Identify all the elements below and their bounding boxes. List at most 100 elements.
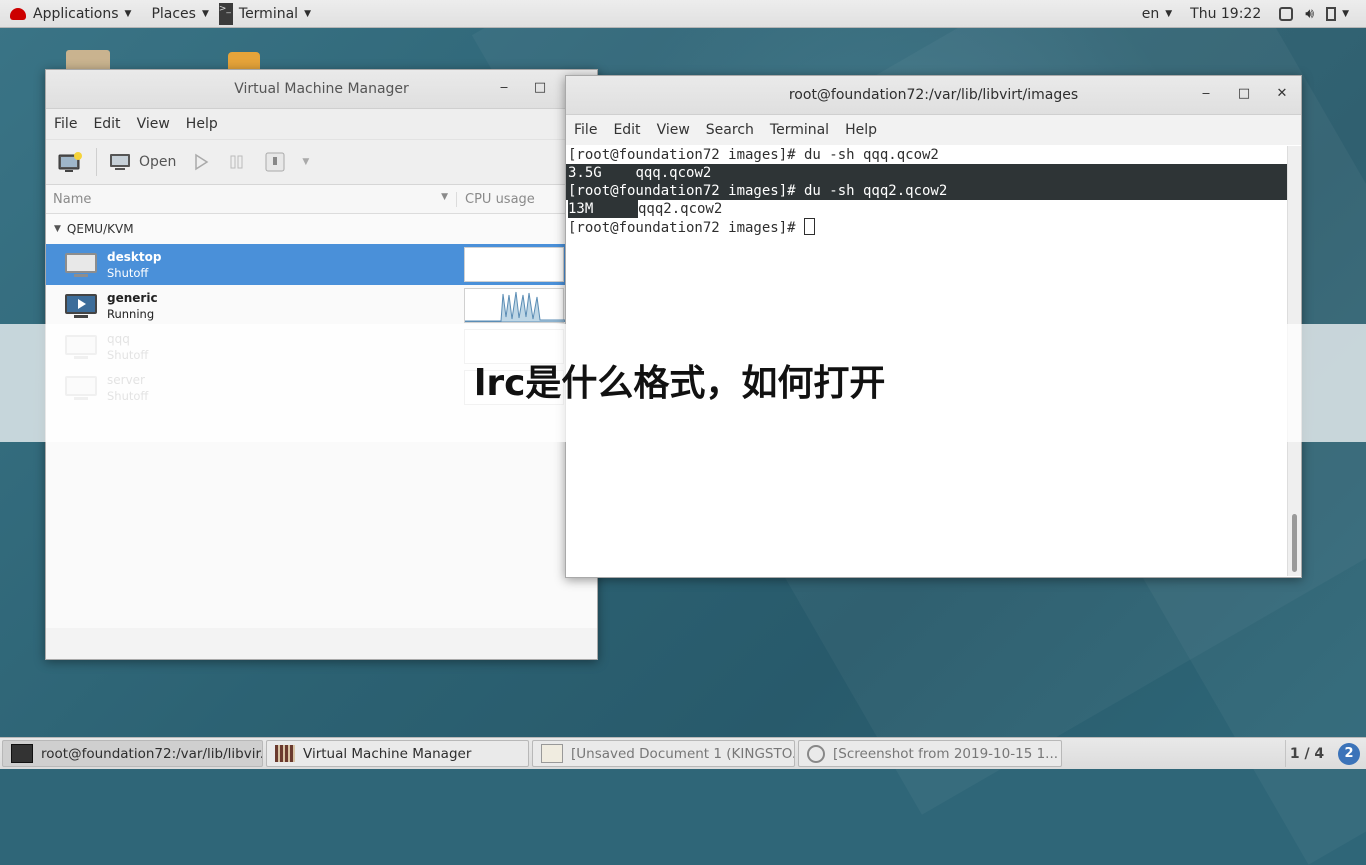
cpu-sparkline [464, 291, 566, 323]
shutdown-options-dropdown[interactable]: ▼ [294, 146, 317, 178]
workspace-label: 1 / 4 [1289, 745, 1325, 762]
terminal-menubar: File Edit View Search Terminal Help [566, 115, 1301, 145]
maximize-icon[interactable]: □ [1236, 86, 1252, 102]
open-label: Open [139, 154, 177, 170]
vm-name: desktop [107, 249, 162, 264]
new-vm-button[interactable] [46, 146, 92, 178]
menu-search[interactable]: Search [698, 122, 762, 138]
chevron-down-icon: ▼ [1342, 8, 1349, 19]
pause-icon [230, 155, 243, 169]
terminal-prompt: [root@foundation72 images]# [568, 220, 805, 236]
menu-edit[interactable]: Edit [85, 116, 128, 132]
task-label: Virtual Machine Manager [303, 745, 472, 762]
vmm-title: Virtual Machine Manager [234, 81, 409, 97]
terminal-title: root@foundation72:/var/lib/libvirt/image… [788, 87, 1079, 103]
vm-row-generic[interactable]: generic Running [46, 285, 597, 326]
vm-state: Running [107, 306, 155, 321]
pause-button[interactable] [218, 146, 256, 178]
vmm-toolbar: Open ▼ [46, 139, 597, 185]
expander-icon: ▼ [54, 224, 61, 234]
new-vm-icon [58, 152, 82, 172]
task-label: root@foundation72:/var/lib/libvir... [41, 745, 263, 762]
connection-label: QEMU/KVM [66, 222, 134, 236]
vm-list-header: Name ▼ CPU usage [46, 185, 597, 214]
column-cpu[interactable]: CPU usage [457, 192, 535, 207]
places-label: Places [151, 5, 196, 22]
language-label: en [1141, 5, 1160, 22]
window-icon [1279, 6, 1294, 21]
toolbar-separator [96, 148, 97, 176]
vmm-titlebar[interactable]: Virtual Machine Manager ‒ □ [46, 70, 597, 109]
close-icon[interactable]: ✕ [1274, 86, 1290, 102]
clock[interactable]: Thu 19:22 [1181, 0, 1270, 27]
terminal-text: qqq2.qcow2 [638, 201, 723, 217]
power-icon [265, 152, 285, 172]
terminal-app-label: Terminal [238, 5, 299, 22]
chevron-down-icon: ▼ [302, 157, 310, 167]
top-panel: Applications ▼ Places ▼ >_ Terminal ▼ en… [0, 0, 1366, 28]
chevron-down-icon: ▼ [201, 8, 209, 19]
column-name-label: Name [53, 191, 92, 207]
terminal-line: 3.5G qqq.qcow2 [566, 164, 1287, 182]
overlay-title: lrc是什么格式，如何打开 [474, 363, 886, 404]
menu-file[interactable]: File [566, 122, 605, 138]
sort-down-icon: ▼ [441, 191, 448, 202]
chevron-down-icon: ▼ [1165, 8, 1173, 19]
task-image-viewer[interactable]: [Screenshot from 2019-10-15 1... [798, 740, 1062, 767]
redhat-logo-icon [10, 7, 26, 20]
notification-count: 2 [1344, 746, 1354, 761]
text-editor-icon [541, 744, 563, 763]
terminal-line: [root@foundation72 images]# du -sh qqq.q… [568, 147, 939, 163]
applications-label: Applications [33, 5, 119, 22]
open-button[interactable]: Open [101, 146, 184, 178]
applications-menu[interactable]: Applications ▼ [0, 0, 141, 27]
vmm-menubar: File Edit View Help [46, 109, 597, 139]
language-selector[interactable]: en ▼ [1133, 0, 1181, 27]
column-cpu-label: CPU usage [465, 191, 535, 207]
shutdown-button[interactable] [256, 146, 294, 178]
monitor-icon [110, 154, 130, 170]
battery-icon [1326, 6, 1337, 21]
minimize-icon[interactable]: ‒ [1198, 86, 1214, 102]
menu-help[interactable]: Help [837, 122, 885, 138]
scrollbar-thumb[interactable] [1292, 514, 1297, 572]
menu-help[interactable]: Help [178, 116, 226, 132]
task-label: [Screenshot from 2019-10-15 1... [833, 745, 1059, 762]
vm-state: Shutoff [107, 265, 149, 280]
task-terminal[interactable]: root@foundation72:/var/lib/libvir... [2, 740, 263, 767]
vm-off-icon [65, 252, 97, 277]
notification-badge[interactable]: 2 [1338, 743, 1360, 765]
places-menu[interactable]: Places ▼ [141, 0, 218, 27]
play-icon [195, 153, 209, 171]
menu-edit[interactable]: Edit [605, 122, 648, 138]
terminal-prompt-line: [root@foundation72 images]# [566, 218, 1287, 236]
connection-group[interactable]: ▼ QEMU/KVM [46, 214, 597, 244]
chevron-down-icon: ▼ [304, 8, 311, 19]
menu-file[interactable]: File [46, 116, 85, 132]
terminal-titlebar[interactable]: root@foundation72:/var/lib/libvirt/image… [566, 76, 1301, 115]
terminal-icon [11, 744, 33, 763]
magnifier-icon [807, 744, 825, 763]
text-cursor [804, 218, 816, 235]
column-name[interactable]: Name ▼ [46, 191, 457, 207]
vmm-icon [275, 745, 295, 762]
task-text-editor[interactable]: [Unsaved Document 1 (KINGSTO... [532, 740, 795, 767]
menu-terminal[interactable]: Terminal [762, 122, 837, 138]
menu-view[interactable]: View [649, 122, 698, 138]
workspace-pager[interactable]: 1 / 4 [1285, 740, 1328, 767]
run-button[interactable] [184, 146, 218, 178]
vm-name: generic [107, 290, 158, 305]
maximize-icon[interactable]: □ [532, 80, 548, 96]
task-vmm[interactable]: Virtual Machine Manager [266, 740, 529, 767]
minimize-icon[interactable]: ‒ [496, 80, 512, 96]
menu-view[interactable]: View [129, 116, 178, 132]
vm-row-desktop[interactable]: desktop Shutoff [46, 244, 597, 285]
clock-label: Thu 19:22 [1190, 5, 1262, 22]
chevron-down-icon: ▼ [124, 8, 132, 19]
terminal-line: [root@foundation72 images]# du -sh qqq2.… [566, 182, 1287, 200]
terminal-app-menu[interactable]: >_ Terminal ▼ [218, 0, 321, 27]
taskbar: root@foundation72:/var/lib/libvir... Vir… [0, 737, 1366, 769]
cpu-usage-graph [464, 288, 566, 323]
volume-icon: 🔊︎ [1305, 5, 1315, 22]
system-menu[interactable]: 🔊︎ ▼ [1270, 0, 1358, 27]
